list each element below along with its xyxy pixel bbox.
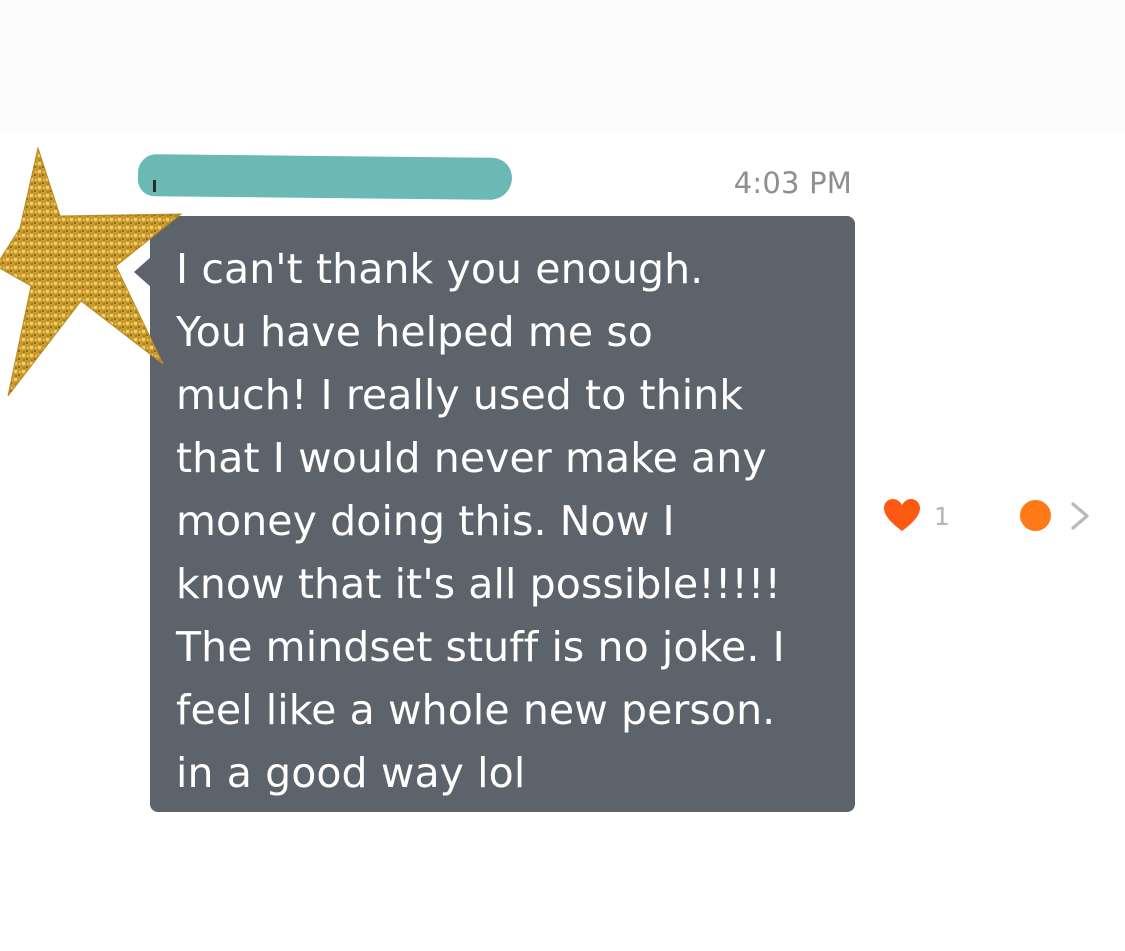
heart-icon <box>884 499 920 531</box>
top-background-band <box>0 0 1125 132</box>
like-count: 1 <box>934 501 950 531</box>
sender-name-redaction <box>137 154 513 200</box>
chevron-right-icon[interactable] <box>1068 500 1092 532</box>
like-reaction[interactable]: 1 <box>884 498 950 534</box>
gold-glitter-star-icon <box>0 146 183 397</box>
message-text: I can't thank you enough. You have helpe… <box>176 245 785 797</box>
message-bubble[interactable]: I can't thank you enough. You have helpe… <box>150 216 855 812</box>
status-dot <box>1020 500 1051 531</box>
message-timestamp: 4:03 PM <box>733 166 852 200</box>
